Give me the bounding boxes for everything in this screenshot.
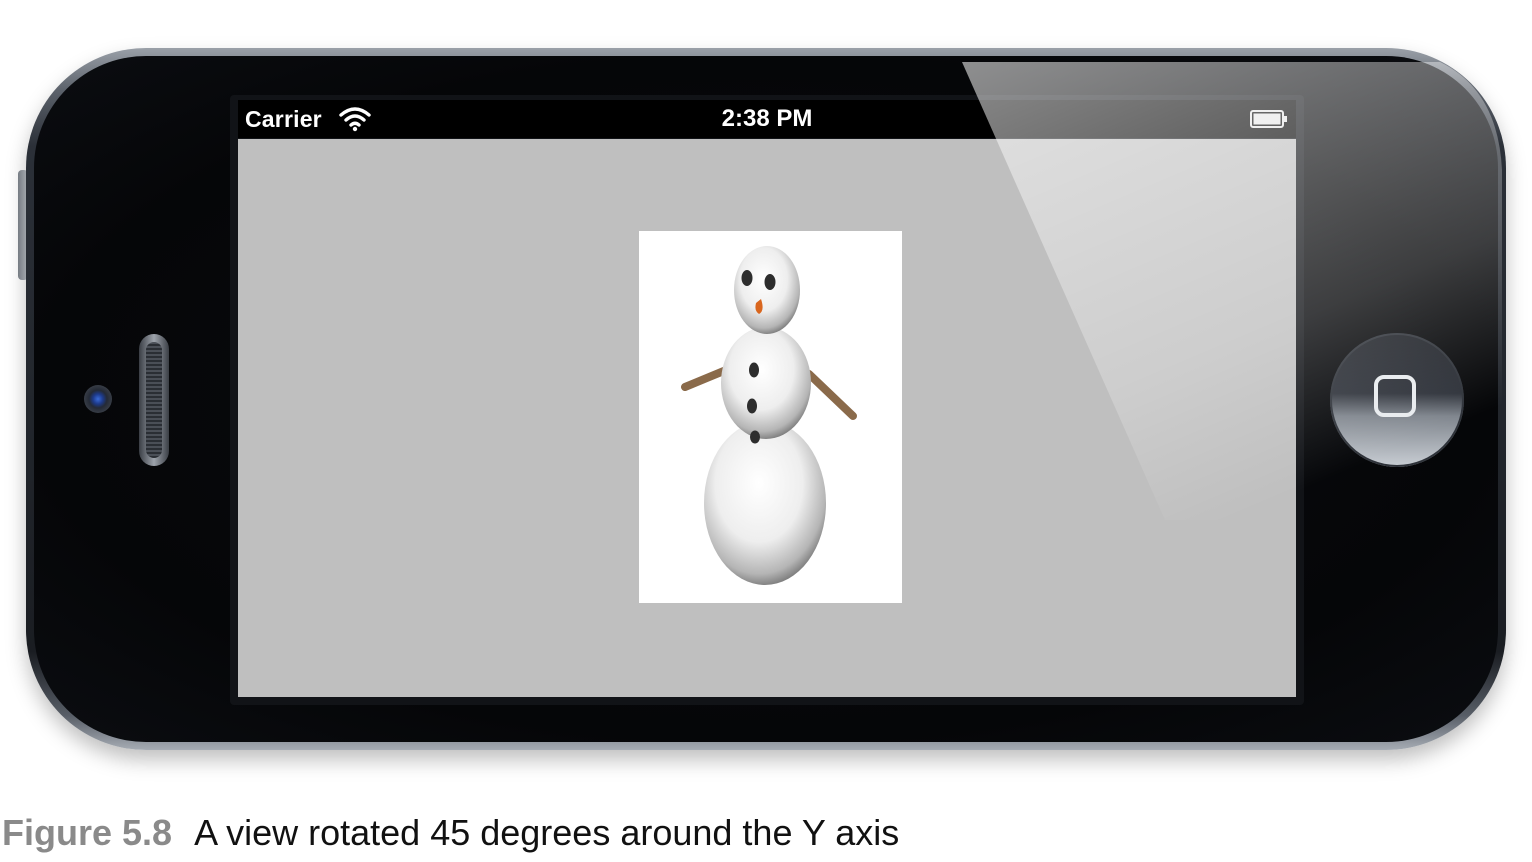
coat-button-1 — [749, 362, 759, 378]
home-square-icon — [1374, 375, 1416, 417]
earpiece-speaker — [139, 334, 169, 466]
right-arm — [805, 370, 857, 420]
coat-button-3 — [750, 430, 760, 444]
snowman-middle — [721, 327, 811, 439]
snowman-bottom — [704, 421, 826, 585]
coat-button-2 — [747, 398, 757, 414]
rotated-snowman-view — [639, 231, 902, 603]
figure-number: Figure 5.8 — [2, 812, 173, 853]
figure-stage: Carrier 2:38 PM Figure 5.8 A view rotate… — [0, 0, 1532, 862]
figure-caption: Figure 5.8 A view rotated 45 degrees arou… — [2, 812, 899, 854]
battery-icon — [1250, 110, 1287, 128]
left-eye — [741, 270, 753, 286]
status-bar: Carrier 2:38 PM — [238, 100, 1296, 138]
home-button[interactable] — [1330, 333, 1464, 467]
status-time: 2:38 PM — [721, 105, 813, 132]
snowman-image — [681, 246, 857, 585]
front-camera-icon — [84, 385, 112, 413]
app-screen — [238, 139, 1296, 697]
snowman-head — [734, 246, 800, 334]
figure-caption-text: A view rotated 45 degrees around the Y a… — [194, 812, 900, 853]
right-eye — [764, 274, 776, 290]
